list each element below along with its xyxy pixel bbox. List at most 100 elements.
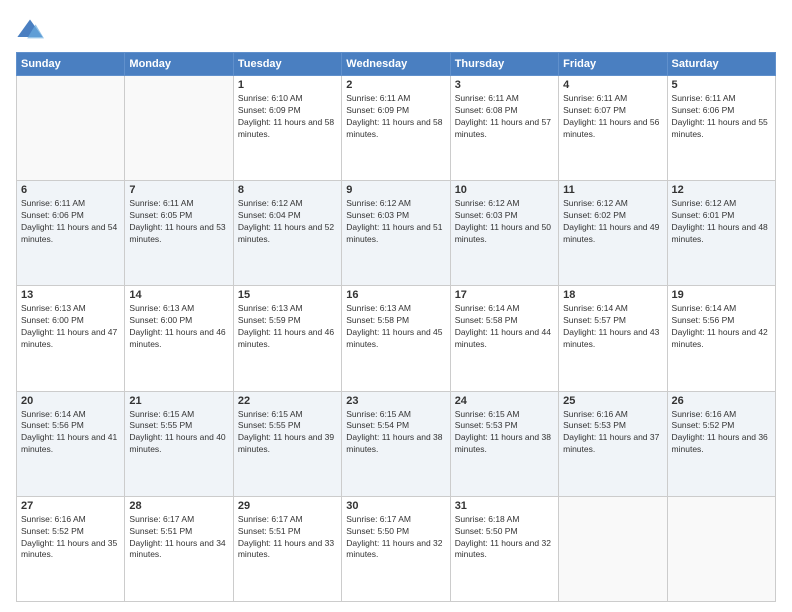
cell-content: Sunrise: 6:13 AM Sunset: 6:00 PM Dayligh…	[21, 303, 120, 351]
cell-content: Sunrise: 6:12 AM Sunset: 6:03 PM Dayligh…	[455, 198, 554, 246]
calendar-cell: 9 Sunrise: 6:12 AM Sunset: 6:03 PM Daylig…	[342, 181, 450, 286]
calendar-cell	[667, 496, 775, 601]
day-number: 1	[238, 79, 337, 91]
cell-content: Sunrise: 6:14 AM Sunset: 5:58 PM Dayligh…	[455, 303, 554, 351]
day-number: 4	[563, 79, 662, 91]
cell-content: Sunrise: 6:12 AM Sunset: 6:04 PM Dayligh…	[238, 198, 337, 246]
cell-content: Sunrise: 6:11 AM Sunset: 6:06 PM Dayligh…	[672, 93, 771, 141]
day-header-friday: Friday	[559, 53, 667, 76]
cell-content: Sunrise: 6:18 AM Sunset: 5:50 PM Dayligh…	[455, 514, 554, 562]
calendar-cell: 29Sunrise: 6:17 AM Sunset: 5:51 PM Dayli…	[233, 496, 341, 601]
day-number: 2	[346, 79, 445, 91]
cell-content: Sunrise: 6:12 AM Sunset: 6:01 PM Dayligh…	[672, 198, 771, 246]
logo-icon	[16, 16, 44, 44]
calendar-cell: 3 Sunrise: 6:11 AM Sunset: 6:08 PM Daylig…	[450, 76, 558, 181]
calendar-cell: 13 Sunrise: 6:13 AM Sunset: 6:00 PM Dayli…	[17, 286, 125, 391]
day-number: 23	[346, 395, 445, 407]
calendar-cell: 5 Sunrise: 6:11 AM Sunset: 6:06 PM Daylig…	[667, 76, 775, 181]
day-number: 5	[672, 79, 771, 91]
day-header-thursday: Thursday	[450, 53, 558, 76]
day-number: 27	[21, 500, 120, 512]
cell-content: Sunrise: 6:14 AM Sunset: 5:56 PM Dayligh…	[672, 303, 771, 351]
day-number: 30	[346, 500, 445, 512]
calendar-cell: 31Sunrise: 6:18 AM Sunset: 5:50 PM Dayli…	[450, 496, 558, 601]
day-header-saturday: Saturday	[667, 53, 775, 76]
calendar-cell: 28Sunrise: 6:17 AM Sunset: 5:51 PM Dayli…	[125, 496, 233, 601]
cell-content: Sunrise: 6:11 AM Sunset: 6:09 PM Dayligh…	[346, 93, 445, 141]
calendar-cell: 25Sunrise: 6:16 AM Sunset: 5:53 PM Dayli…	[559, 391, 667, 496]
cell-content: Sunrise: 6:15 AM Sunset: 5:54 PM Dayligh…	[346, 409, 445, 457]
day-number: 10	[455, 184, 554, 196]
calendar-week-row: 1 Sunrise: 6:10 AM Sunset: 6:09 PM Daylig…	[17, 76, 776, 181]
calendar-cell: 7Sunrise: 6:11 AM Sunset: 6:05 PM Daylig…	[125, 181, 233, 286]
day-header-wednesday: Wednesday	[342, 53, 450, 76]
day-number: 19	[672, 289, 771, 301]
day-number: 18	[563, 289, 662, 301]
logo	[16, 16, 48, 44]
cell-content: Sunrise: 6:11 AM Sunset: 6:08 PM Dayligh…	[455, 93, 554, 141]
calendar-cell	[559, 496, 667, 601]
cell-content: Sunrise: 6:16 AM Sunset: 5:53 PM Dayligh…	[563, 409, 662, 457]
day-number: 6	[21, 184, 120, 196]
cell-content: Sunrise: 6:17 AM Sunset: 5:50 PM Dayligh…	[346, 514, 445, 562]
calendar-cell	[125, 76, 233, 181]
day-header-tuesday: Tuesday	[233, 53, 341, 76]
calendar-cell: 17 Sunrise: 6:14 AM Sunset: 5:58 PM Dayli…	[450, 286, 558, 391]
cell-content: Sunrise: 6:14 AM Sunset: 5:56 PM Dayligh…	[21, 409, 120, 457]
day-header-monday: Monday	[125, 53, 233, 76]
cell-content: Sunrise: 6:16 AM Sunset: 5:52 PM Dayligh…	[21, 514, 120, 562]
cell-content: Sunrise: 6:10 AM Sunset: 6:09 PM Dayligh…	[238, 93, 337, 141]
calendar-cell: 14 Sunrise: 6:13 AM Sunset: 6:00 PM Dayli…	[125, 286, 233, 391]
cell-content: Sunrise: 6:15 AM Sunset: 5:53 PM Dayligh…	[455, 409, 554, 457]
day-number: 16	[346, 289, 445, 301]
calendar-cell: 30 Sunrise: 6:17 AM Sunset: 5:50 PM Dayli…	[342, 496, 450, 601]
cell-content: Sunrise: 6:13 AM Sunset: 5:59 PM Dayligh…	[238, 303, 337, 351]
cell-content: Sunrise: 6:15 AM Sunset: 5:55 PM Dayligh…	[238, 409, 337, 457]
day-number: 24	[455, 395, 554, 407]
calendar-cell: 6 Sunrise: 6:11 AM Sunset: 6:06 PM Daylig…	[17, 181, 125, 286]
cell-content: Sunrise: 6:12 AM Sunset: 6:02 PM Dayligh…	[563, 198, 662, 246]
calendar-cell: 27 Sunrise: 6:16 AM Sunset: 5:52 PM Dayli…	[17, 496, 125, 601]
day-number: 8	[238, 184, 337, 196]
day-number: 17	[455, 289, 554, 301]
calendar-table: SundayMondayTuesdayWednesdayThursdayFrid…	[16, 52, 776, 602]
calendar-cell: 24 Sunrise: 6:15 AM Sunset: 5:53 PM Dayli…	[450, 391, 558, 496]
calendar-cell: 10 Sunrise: 6:12 AM Sunset: 6:03 PM Dayli…	[450, 181, 558, 286]
day-number: 12	[672, 184, 771, 196]
day-number: 20	[21, 395, 120, 407]
cell-content: Sunrise: 6:12 AM Sunset: 6:03 PM Dayligh…	[346, 198, 445, 246]
day-number: 28	[129, 500, 228, 512]
day-number: 29	[238, 500, 337, 512]
calendar-cell: 1 Sunrise: 6:10 AM Sunset: 6:09 PM Daylig…	[233, 76, 341, 181]
day-number: 3	[455, 79, 554, 91]
calendar-cell: 26 Sunrise: 6:16 AM Sunset: 5:52 PM Dayli…	[667, 391, 775, 496]
calendar-cell: 16Sunrise: 6:13 AM Sunset: 5:58 PM Dayli…	[342, 286, 450, 391]
cell-content: Sunrise: 6:14 AM Sunset: 5:57 PM Dayligh…	[563, 303, 662, 351]
day-number: 26	[672, 395, 771, 407]
calendar-cell: 15Sunrise: 6:13 AM Sunset: 5:59 PM Dayli…	[233, 286, 341, 391]
cell-content: Sunrise: 6:16 AM Sunset: 5:52 PM Dayligh…	[672, 409, 771, 457]
page: SundayMondayTuesdayWednesdayThursdayFrid…	[0, 0, 792, 612]
day-number: 22	[238, 395, 337, 407]
calendar-cell: 4 Sunrise: 6:11 AM Sunset: 6:07 PM Daylig…	[559, 76, 667, 181]
calendar-cell: 21 Sunrise: 6:15 AM Sunset: 5:55 PM Dayli…	[125, 391, 233, 496]
calendar-cell: 22 Sunrise: 6:15 AM Sunset: 5:55 PM Dayli…	[233, 391, 341, 496]
day-number: 21	[129, 395, 228, 407]
cell-content: Sunrise: 6:13 AM Sunset: 6:00 PM Dayligh…	[129, 303, 228, 351]
day-number: 13	[21, 289, 120, 301]
calendar-cell: 11Sunrise: 6:12 AM Sunset: 6:02 PM Dayli…	[559, 181, 667, 286]
calendar-cell: 23 Sunrise: 6:15 AM Sunset: 5:54 PM Dayli…	[342, 391, 450, 496]
day-number: 9	[346, 184, 445, 196]
calendar-week-row: 13 Sunrise: 6:13 AM Sunset: 6:00 PM Dayli…	[17, 286, 776, 391]
calendar-cell: 18 Sunrise: 6:14 AM Sunset: 5:57 PM Dayli…	[559, 286, 667, 391]
cell-content: Sunrise: 6:11 AM Sunset: 6:06 PM Dayligh…	[21, 198, 120, 246]
calendar-cell: 20 Sunrise: 6:14 AM Sunset: 5:56 PM Dayli…	[17, 391, 125, 496]
calendar-cell	[17, 76, 125, 181]
day-number: 14	[129, 289, 228, 301]
day-header-sunday: Sunday	[17, 53, 125, 76]
calendar-week-row: 20 Sunrise: 6:14 AM Sunset: 5:56 PM Dayli…	[17, 391, 776, 496]
calendar-cell: 19 Sunrise: 6:14 AM Sunset: 5:56 PM Dayli…	[667, 286, 775, 391]
cell-content: Sunrise: 6:11 AM Sunset: 6:07 PM Dayligh…	[563, 93, 662, 141]
cell-content: Sunrise: 6:15 AM Sunset: 5:55 PM Dayligh…	[129, 409, 228, 457]
calendar-cell: 8 Sunrise: 6:12 AM Sunset: 6:04 PM Daylig…	[233, 181, 341, 286]
